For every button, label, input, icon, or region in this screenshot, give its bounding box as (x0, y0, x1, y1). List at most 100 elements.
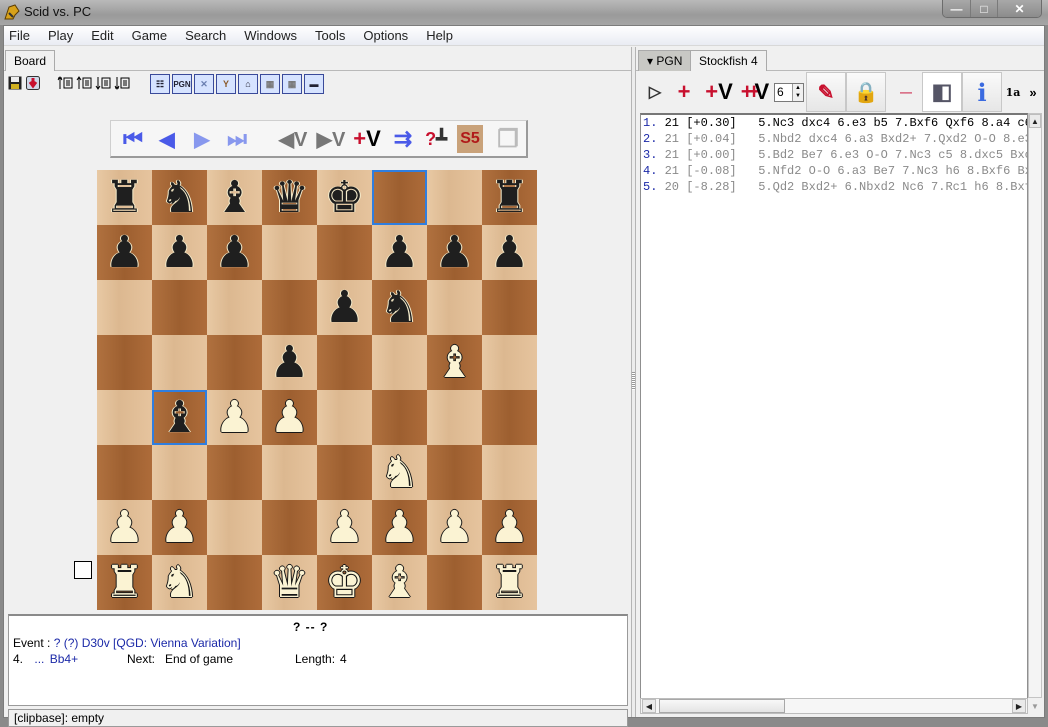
square-f6[interactable]: ♞ (372, 280, 427, 335)
white-pawn-icon[interactable]: ♟ (435, 505, 474, 550)
square-h1[interactable]: ♜ (482, 555, 537, 610)
square-g6[interactable] (427, 280, 482, 335)
more-button[interactable]: » (1026, 72, 1040, 112)
lock-button[interactable]: 🔒 (846, 72, 886, 112)
toggle-board-button[interactable]: ◧ (922, 72, 962, 112)
square-a4[interactable] (97, 390, 152, 445)
square-a3[interactable] (97, 445, 152, 500)
square-h4[interactable] (482, 390, 537, 445)
scroll-down-icon[interactable]: ▼ (1028, 699, 1042, 713)
square-a5[interactable] (97, 335, 152, 390)
white-pawn-icon[interactable]: ♟ (215, 395, 254, 440)
start-engine-button[interactable]: ▷ (646, 72, 664, 112)
white-pawn-icon[interactable]: ♟ (325, 505, 364, 550)
black-knight-icon[interactable]: ♞ (380, 285, 419, 330)
square-c4[interactable]: ♟ (207, 390, 262, 445)
square-a1[interactable]: ♜ (97, 555, 152, 610)
spinner-arrows[interactable]: ▲ ▼ (792, 84, 803, 101)
square-e6[interactable]: ♟ (317, 280, 372, 335)
square-f7[interactable]: ♟ (372, 225, 427, 280)
square-g4[interactable] (427, 390, 482, 445)
pv-line[interactable]: 3. 21 [+0.00] 5.Bd2 Be7 6.e3 O-O 7.Nc3 c… (641, 147, 1027, 163)
goto-end-button[interactable]: ⏭ (221, 125, 253, 153)
square-g1[interactable] (427, 555, 482, 610)
black-pawn-icon[interactable]: ♟ (270, 340, 309, 385)
black-bishop-icon[interactable]: ♝ (215, 175, 254, 220)
pv-line[interactable]: 5. 20 [-8.28] 5.Qd2 Bxd2+ 6.Nbxd2 Nc6 7.… (641, 179, 1027, 195)
white-pawn-icon[interactable]: ♟ (490, 505, 529, 550)
white-pawn-icon[interactable]: ♟ (380, 505, 419, 550)
pv-count-spinner[interactable]: 6 ▲ ▼ (774, 83, 804, 102)
square-c8[interactable]: ♝ (207, 170, 262, 225)
square-b4[interactable]: ♝ (152, 390, 207, 445)
menu-play[interactable]: Play (48, 28, 73, 43)
square-b7[interactable]: ♟ (152, 225, 207, 280)
square-h6[interactable] (482, 280, 537, 335)
back-button[interactable]: ◀ (153, 125, 181, 153)
square-e5[interactable] (317, 335, 372, 390)
square-d8[interactable]: ♛ (262, 170, 317, 225)
square-g7[interactable]: ♟ (427, 225, 482, 280)
save-as-icon[interactable] (24, 74, 42, 92)
white-rook-icon[interactable]: ♜ (105, 560, 144, 605)
square-d1[interactable]: ♛ (262, 555, 317, 610)
square-e7[interactable] (317, 225, 372, 280)
black-pawn-icon[interactable]: ♟ (325, 285, 364, 330)
black-knight-icon[interactable]: ♞ (160, 175, 199, 220)
square-g2[interactable]: ♟ (427, 500, 482, 555)
add-variation-button[interactable]: + V (349, 125, 385, 153)
square-e3[interactable] (317, 445, 372, 500)
square-b3[interactable] (152, 445, 207, 500)
white-rook-icon[interactable]: ♜ (490, 560, 529, 605)
flip-board-button[interactable]: S5 (457, 125, 483, 153)
square-f2[interactable]: ♟ (372, 500, 427, 555)
menu-search[interactable]: Search (185, 28, 226, 43)
white-bishop-icon[interactable]: ♝ (435, 340, 474, 385)
square-d5[interactable]: ♟ (262, 335, 317, 390)
book-icon[interactable]: ⌂ (238, 74, 258, 94)
square-h7[interactable]: ♟ (482, 225, 537, 280)
scroll-left-icon[interactable]: ◀ (642, 699, 656, 713)
black-pawn-icon[interactable]: ♟ (435, 230, 474, 275)
square-e2[interactable]: ♟ (317, 500, 372, 555)
next-game-icon[interactable] (94, 74, 112, 92)
add-variation-button[interactable]: + V (702, 72, 736, 112)
add-move-button[interactable]: + (674, 72, 694, 112)
white-pawn-icon[interactable]: ♟ (270, 395, 309, 440)
square-h2[interactable]: ♟ (482, 500, 537, 555)
black-pawn-icon[interactable]: ♟ (105, 230, 144, 275)
square-f4[interactable] (372, 390, 427, 445)
enter-variation-button[interactable]: ▶V (313, 125, 349, 153)
crosstable-icon[interactable]: ▦ (260, 74, 280, 94)
black-rook-icon[interactable]: ♜ (105, 175, 144, 220)
square-g3[interactable] (427, 445, 482, 500)
menu-help[interactable]: Help (426, 28, 453, 43)
white-knight-icon[interactable]: ♞ (160, 560, 199, 605)
exit-variation-button[interactable]: ◀V (275, 125, 311, 153)
add-all-variations-button[interactable]: ++ V (738, 72, 772, 112)
square-c1[interactable] (207, 555, 262, 610)
square-a7[interactable]: ♟ (97, 225, 152, 280)
white-knight-icon[interactable]: ♞ (380, 450, 419, 495)
black-king-icon[interactable]: ♚ (325, 175, 364, 220)
threat-button[interactable]: — (886, 72, 926, 112)
event-value[interactable]: ? (?) D30v [QGD: Vienna Variation] (54, 636, 241, 650)
scroll-up-icon[interactable]: ▲ (1029, 114, 1041, 128)
black-pawn-icon[interactable]: ♟ (490, 230, 529, 275)
square-e8[interactable]: ♚ (317, 170, 372, 225)
menu-options[interactable]: Options (363, 28, 408, 43)
scroll-right-icon[interactable]: ▶ (1012, 699, 1026, 713)
black-rook-icon[interactable]: ♜ (490, 175, 529, 220)
square-a6[interactable] (97, 280, 152, 335)
square-h5[interactable] (482, 335, 537, 390)
square-c2[interactable] (207, 500, 262, 555)
square-e1[interactable]: ♚ (317, 555, 372, 610)
finish-game-button[interactable]: 1a (1002, 72, 1024, 112)
white-bishop-icon[interactable]: ♝ (380, 560, 419, 605)
black-pawn-icon[interactable]: ♟ (215, 230, 254, 275)
vertical-scrollbar[interactable]: ▲ (1028, 113, 1042, 698)
square-a8[interactable]: ♜ (97, 170, 152, 225)
search-board-icon[interactable]: ▦ (282, 74, 302, 94)
white-queen-icon[interactable]: ♛ (270, 560, 309, 605)
menu-edit[interactable]: Edit (91, 28, 113, 43)
